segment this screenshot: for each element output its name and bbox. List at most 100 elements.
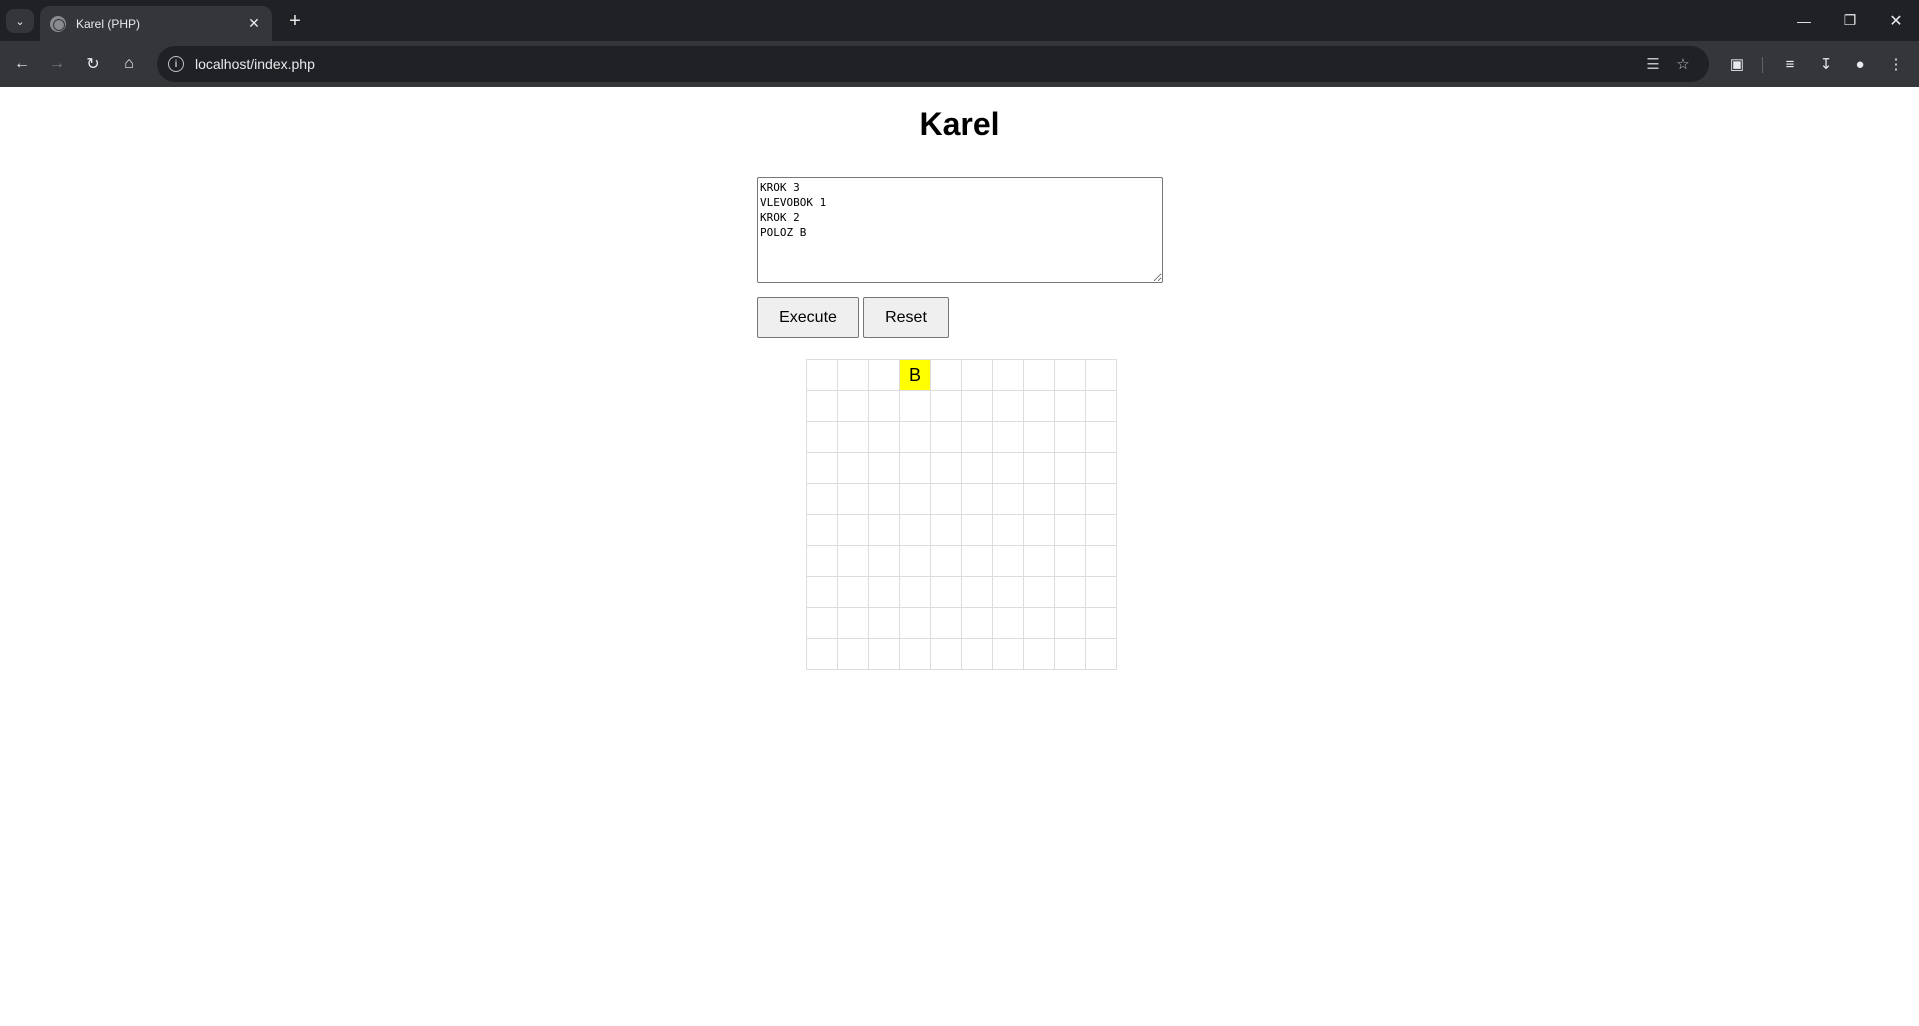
grid-cell <box>930 607 962 639</box>
grid-cell <box>1054 638 1086 670</box>
grid-cell <box>930 421 962 453</box>
site-info-icon[interactable]: i <box>168 56 184 72</box>
grid-cell <box>899 638 931 670</box>
page-title: Karel <box>919 106 1000 142</box>
grid-cell <box>1054 421 1086 453</box>
grid-cell <box>1023 545 1055 577</box>
back-icon[interactable]: ← <box>8 50 36 78</box>
address-bar[interactable]: i localhost/index.php ☰ ☆ <box>157 46 1709 82</box>
grid-cell <box>806 607 838 639</box>
grid-cell <box>806 545 838 577</box>
url-text: localhost/index.php <box>195 56 315 72</box>
grid-cell <box>868 483 900 515</box>
grid-cell <box>837 545 869 577</box>
grid-cell <box>868 359 900 391</box>
grid-cell <box>899 514 931 546</box>
menu-icon[interactable]: ⋮ <box>1885 53 1907 75</box>
grid-cell <box>1023 359 1055 391</box>
forward-icon[interactable]: → <box>43 50 71 78</box>
grid-cell <box>837 607 869 639</box>
grid-cell <box>868 576 900 608</box>
grid-cell <box>992 421 1024 453</box>
grid-cell <box>899 576 931 608</box>
chevron-down-icon: ⌄ <box>15 15 25 28</box>
grid-cell <box>1085 359 1117 391</box>
close-tab-icon[interactable]: ✕ <box>246 15 262 32</box>
grid-cell <box>837 514 869 546</box>
grid-cell <box>961 545 993 577</box>
grid-cell <box>837 421 869 453</box>
execute-button[interactable]: Execute <box>757 297 859 338</box>
tab-search-button[interactable]: ⌄ <box>6 9 34 33</box>
grid-cell <box>806 421 838 453</box>
close-window-icon[interactable]: ✕ <box>1873 0 1919 41</box>
grid-cell-marked: B <box>899 359 931 391</box>
minimize-icon[interactable]: — <box>1781 0 1827 41</box>
page-content: Karel Execute Reset B <box>0 87 1919 1026</box>
grid-cell <box>961 607 993 639</box>
grid-cell <box>930 483 962 515</box>
bookmark-star-icon[interactable]: ☆ <box>1673 54 1693 74</box>
grid-cell <box>1023 452 1055 484</box>
grid-cell <box>992 359 1024 391</box>
grid-cell <box>1085 607 1117 639</box>
grid-cell <box>961 638 993 670</box>
grid-cell <box>1085 545 1117 577</box>
download-icon[interactable]: ↧ <box>1815 53 1837 75</box>
grid-cell <box>1054 514 1086 546</box>
grid-cell <box>1085 390 1117 422</box>
grid-row <box>806 638 1117 670</box>
translate-icon[interactable]: ☰ <box>1643 54 1663 74</box>
grid-cell <box>930 514 962 546</box>
grid-cell <box>992 514 1024 546</box>
grid-cell <box>992 607 1024 639</box>
grid-cell <box>837 638 869 670</box>
grid-cell <box>1023 390 1055 422</box>
toolbar-divider <box>1762 57 1763 73</box>
grid-cell <box>806 359 838 391</box>
grid-row <box>806 421 1117 453</box>
grid-cell <box>868 390 900 422</box>
grid-cell <box>899 545 931 577</box>
media-controls-icon[interactable]: ≡ <box>1779 53 1801 75</box>
grid-cell <box>806 514 838 546</box>
home-icon[interactable]: ⌂ <box>115 50 143 78</box>
grid-cell <box>992 638 1024 670</box>
grid-cell <box>961 359 993 391</box>
grid-cell <box>961 452 993 484</box>
profile-icon[interactable]: ● <box>1849 53 1871 75</box>
grid-row <box>806 607 1117 639</box>
grid-cell <box>868 638 900 670</box>
browser-tab[interactable]: Karel (PHP) ✕ <box>40 6 272 41</box>
grid-cell <box>961 483 993 515</box>
new-tab-button[interactable]: + <box>282 9 308 33</box>
grid-cell <box>837 483 869 515</box>
grid-cell <box>899 452 931 484</box>
grid-cell <box>1054 452 1086 484</box>
grid-cell <box>1085 421 1117 453</box>
grid-cell <box>806 576 838 608</box>
grid-cell <box>899 390 931 422</box>
grid-cell <box>961 576 993 608</box>
grid-cell <box>868 545 900 577</box>
grid-cell <box>806 390 838 422</box>
grid-cell <box>930 359 962 391</box>
grid-cell <box>930 638 962 670</box>
tab-title: Karel (PHP) <box>76 16 141 31</box>
grid-cell <box>868 514 900 546</box>
grid-cell <box>837 359 869 391</box>
extensions-icon[interactable]: ▣ <box>1726 53 1748 75</box>
karel-grid: B <box>806 359 1117 670</box>
grid-row <box>806 576 1117 608</box>
grid-cell <box>961 390 993 422</box>
restore-icon[interactable]: ❐ <box>1827 0 1873 41</box>
grid-row <box>806 514 1117 546</box>
grid-cell <box>868 421 900 453</box>
grid-cell <box>930 452 962 484</box>
grid-cell <box>1023 514 1055 546</box>
reload-icon[interactable]: ↻ <box>79 50 107 78</box>
reset-button[interactable]: Reset <box>863 297 949 338</box>
grid-cell <box>961 514 993 546</box>
grid-cell <box>899 607 931 639</box>
program-textarea[interactable] <box>757 177 1163 283</box>
